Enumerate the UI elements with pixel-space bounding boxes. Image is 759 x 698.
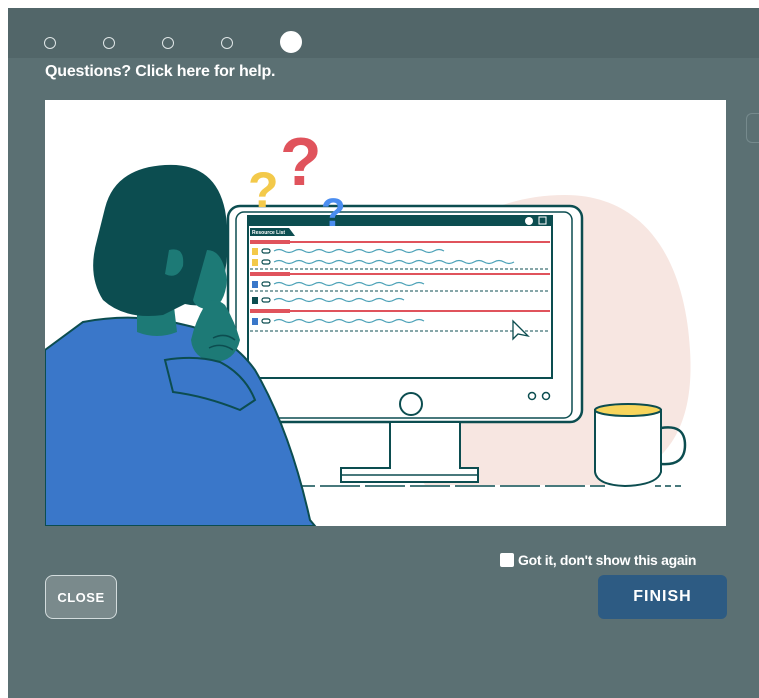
monitor-indicator-1	[527, 391, 537, 401]
question-mark-yellow: ?	[248, 162, 279, 218]
side-handle	[746, 113, 759, 143]
step-dot-4[interactable]	[221, 36, 233, 49]
question-mark-red: ?	[280, 124, 322, 200]
dont-show-again-checkbox[interactable]: Got it, don't show this again	[500, 552, 696, 568]
illustration-svg: Resource List ? ? ?	[45, 124, 691, 526]
onboarding-modal: Questions? Click here for help. Resource…	[8, 8, 759, 698]
step-dot-3[interactable]	[162, 36, 174, 49]
coffee-mug	[594, 409, 662, 488]
screen-help-icon	[525, 217, 533, 225]
help-link[interactable]: Questions? Click here for help.	[45, 63, 275, 81]
dont-show-again-label: Got it, don't show this again	[518, 552, 697, 568]
checkbox-box[interactable]	[500, 553, 514, 567]
step-dot-5-current[interactable]	[280, 31, 302, 53]
illustration: Resource List ? ? ?	[45, 100, 726, 526]
close-button[interactable]: CLOSE	[45, 575, 117, 619]
monitor-stand	[340, 421, 479, 483]
question-mark-blue: ?	[321, 191, 345, 235]
step-dot-2[interactable]	[103, 36, 115, 49]
coffee-surface	[594, 403, 662, 417]
monitor-power-button	[399, 392, 423, 416]
monitor-screen	[247, 215, 553, 379]
step-indicator	[44, 31, 349, 53]
monitor-indicator-2	[541, 391, 551, 401]
screen-titlebar	[248, 216, 552, 226]
finish-button[interactable]: FINISH	[598, 575, 727, 619]
screen-tab-label: Resource List	[252, 230, 285, 236]
step-dot-1[interactable]	[44, 36, 56, 49]
modal-header	[8, 8, 759, 58]
